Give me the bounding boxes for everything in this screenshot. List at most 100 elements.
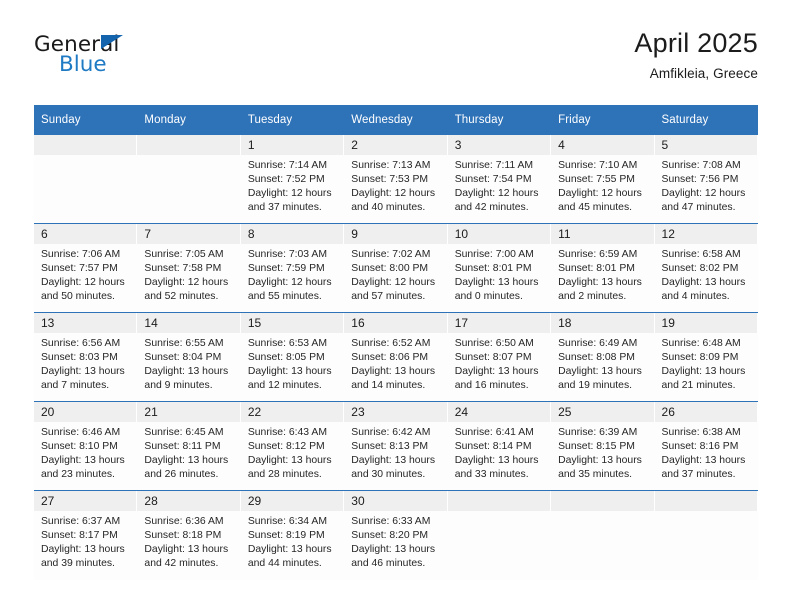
- sunrise-text: Sunrise: 6:46 AM: [41, 427, 121, 438]
- page-subtitle: Amfikleia, Greece: [649, 66, 758, 81]
- daylight-line1: Daylight: 13 hours: [41, 366, 125, 378]
- day-cell[interactable]: 15 Sunrise: 6:53 AM Sunset: 8:05 PM Dayl…: [240, 312, 345, 402]
- day-cell[interactable]: 26 Sunrise: 6:38 AM Sunset: 8:16 PM Dayl…: [654, 401, 758, 491]
- day-info: Sunrise: 6:50 AM Sunset: 8:07 PM Dayligh…: [448, 333, 551, 393]
- day-cell[interactable]: 9 Sunrise: 7:02 AM Sunset: 8:00 PM Dayli…: [344, 223, 448, 313]
- day-cell[interactable]: 4 Sunrise: 7:10 AM Sunset: 7:55 PM Dayli…: [551, 134, 655, 224]
- day-number: 15: [240, 313, 345, 333]
- day-cell[interactable]: 16 Sunrise: 6:52 AM Sunset: 8:06 PM Dayl…: [344, 312, 448, 402]
- day-cell[interactable]: 23 Sunrise: 6:42 AM Sunset: 8:13 PM Dayl…: [344, 401, 448, 491]
- daylight-line2: and 33 minutes.: [454, 469, 529, 481]
- sunset-text: Sunset: 8:16 PM: [661, 441, 739, 453]
- sunset-text: Sunset: 7:52 PM: [247, 174, 325, 186]
- sunrise-text: Sunrise: 7:10 AM: [558, 160, 638, 171]
- day-number: [137, 135, 241, 155]
- day-number: [34, 135, 138, 155]
- sunset-text: Sunset: 8:10 PM: [41, 441, 118, 453]
- day-number: 17: [447, 313, 552, 333]
- day-info: Sunrise: 6:37 AM Sunset: 8:17 PM Dayligh…: [34, 511, 137, 571]
- day-info: Sunrise: 6:34 AM Sunset: 8:19 PM Dayligh…: [241, 511, 344, 571]
- daylight-line2: and 50 minutes.: [41, 291, 115, 303]
- day-cell[interactable]: 19 Sunrise: 6:48 AM Sunset: 8:09 PM Dayl…: [654, 312, 758, 402]
- daylight-line2: and 2 minutes.: [558, 291, 627, 303]
- week-row: 27 Sunrise: 6:37 AM Sunset: 8:17 PM Dayl…: [34, 490, 758, 580]
- sunrise-text: Sunrise: 6:56 AM: [41, 338, 121, 349]
- daylight-line1: Daylight: 13 hours: [351, 455, 436, 467]
- sunrise-text: Sunrise: 7:00 AM: [454, 249, 534, 260]
- sunrise-text: Sunrise: 6:50 AM: [454, 338, 534, 349]
- day-number: [654, 491, 758, 511]
- day-cell[interactable]: [447, 490, 552, 580]
- day-cell[interactable]: 17 Sunrise: 6:50 AM Sunset: 8:07 PM Dayl…: [447, 312, 552, 402]
- day-cell[interactable]: 21 Sunrise: 6:45 AM Sunset: 8:11 PM Dayl…: [137, 401, 241, 491]
- daylight-line1: Daylight: 13 hours: [247, 544, 332, 556]
- day-number: [551, 491, 655, 511]
- sunrise-text: Sunrise: 6:37 AM: [41, 516, 121, 527]
- sunset-text: Sunset: 8:08 PM: [558, 352, 635, 364]
- day-info: Sunrise: 6:49 AM Sunset: 8:08 PM Dayligh…: [551, 333, 654, 393]
- day-cell[interactable]: 11 Sunrise: 6:59 AM Sunset: 8:01 PM Dayl…: [551, 223, 655, 313]
- day-cell[interactable]: 8 Sunrise: 7:03 AM Sunset: 7:59 PM Dayli…: [240, 223, 345, 313]
- day-cell[interactable]: 1 Sunrise: 7:14 AM Sunset: 7:52 PM Dayli…: [240, 134, 345, 224]
- day-cell[interactable]: 14 Sunrise: 6:55 AM Sunset: 8:04 PM Dayl…: [137, 312, 241, 402]
- day-info: Sunrise: 6:36 AM Sunset: 8:18 PM Dayligh…: [137, 511, 240, 571]
- sunset-text: Sunset: 7:56 PM: [661, 174, 739, 186]
- sunrise-text: Sunrise: 6:33 AM: [351, 516, 431, 527]
- weekday-header-thursday: Thursday: [447, 105, 552, 135]
- day-cell[interactable]: [654, 490, 758, 580]
- day-cell[interactable]: 29 Sunrise: 6:34 AM Sunset: 8:19 PM Dayl…: [240, 490, 345, 580]
- day-cell[interactable]: 24 Sunrise: 6:41 AM Sunset: 8:14 PM Dayl…: [447, 401, 552, 491]
- daylight-line1: Daylight: 12 hours: [454, 188, 539, 200]
- sunrise-text: Sunrise: 7:02 AM: [351, 249, 431, 260]
- sunset-text: Sunset: 8:03 PM: [41, 352, 118, 364]
- day-number: 23: [344, 402, 448, 422]
- weekday-header-monday: Monday: [137, 105, 241, 135]
- sunset-text: Sunset: 8:07 PM: [454, 352, 532, 364]
- day-number: 30: [344, 491, 448, 511]
- calendar-page: General Blue April 2025 Amfikleia, Greec…: [0, 0, 792, 612]
- day-info: Sunrise: 6:55 AM Sunset: 8:04 PM Dayligh…: [137, 333, 240, 393]
- day-number: 18: [551, 313, 655, 333]
- sunset-text: Sunset: 8:15 PM: [558, 441, 635, 453]
- generalblue-logo[interactable]: General Blue: [34, 32, 254, 88]
- weekday-header-saturday: Saturday: [654, 105, 758, 135]
- daylight-line2: and 37 minutes.: [247, 202, 322, 214]
- day-cell[interactable]: 7 Sunrise: 7:05 AM Sunset: 7:58 PM Dayli…: [137, 223, 241, 313]
- day-cell[interactable]: 22 Sunrise: 6:43 AM Sunset: 8:12 PM Dayl…: [240, 401, 345, 491]
- day-cell[interactable]: 6 Sunrise: 7:06 AM Sunset: 7:57 PM Dayli…: [34, 223, 138, 313]
- daylight-line1: Daylight: 13 hours: [661, 455, 746, 467]
- day-cell[interactable]: 28 Sunrise: 6:36 AM Sunset: 8:18 PM Dayl…: [137, 490, 241, 580]
- sunset-text: Sunset: 7:59 PM: [247, 263, 325, 275]
- sunrise-text: Sunrise: 6:52 AM: [351, 338, 431, 349]
- day-cell[interactable]: [34, 134, 138, 224]
- day-info: Sunrise: 6:45 AM Sunset: 8:11 PM Dayligh…: [137, 422, 240, 482]
- day-cell[interactable]: 2 Sunrise: 7:13 AM Sunset: 7:53 PM Dayli…: [344, 134, 448, 224]
- weekday-header-tuesday: Tuesday: [240, 105, 345, 135]
- day-cell[interactable]: 25 Sunrise: 6:39 AM Sunset: 8:15 PM Dayl…: [551, 401, 655, 491]
- day-number: 16: [344, 313, 448, 333]
- day-cell[interactable]: 5 Sunrise: 7:08 AM Sunset: 7:56 PM Dayli…: [654, 134, 758, 224]
- day-info: Sunrise: 7:14 AM Sunset: 7:52 PM Dayligh…: [241, 155, 344, 215]
- day-cell[interactable]: [137, 134, 241, 224]
- calendar-body: 1 Sunrise: 7:14 AM Sunset: 7:52 PM Dayli…: [34, 134, 758, 580]
- day-info: Sunrise: 7:11 AM Sunset: 7:54 PM Dayligh…: [448, 155, 551, 215]
- sunrise-text: Sunrise: 7:05 AM: [144, 249, 224, 260]
- day-cell[interactable]: 30 Sunrise: 6:33 AM Sunset: 8:20 PM Dayl…: [344, 490, 448, 580]
- day-cell[interactable]: 18 Sunrise: 6:49 AM Sunset: 8:08 PM Dayl…: [551, 312, 655, 402]
- daylight-line1: Daylight: 12 hours: [661, 188, 746, 200]
- sunset-text: Sunset: 8:04 PM: [144, 352, 222, 364]
- day-cell[interactable]: 13 Sunrise: 6:56 AM Sunset: 8:03 PM Dayl…: [34, 312, 138, 402]
- day-cell[interactable]: 3 Sunrise: 7:11 AM Sunset: 7:54 PM Dayli…: [447, 134, 552, 224]
- day-info: [551, 511, 654, 515]
- day-cell[interactable]: [551, 490, 655, 580]
- day-cell[interactable]: 20 Sunrise: 6:46 AM Sunset: 8:10 PM Dayl…: [34, 401, 138, 491]
- sunrise-text: Sunrise: 7:14 AM: [247, 160, 327, 171]
- day-cell[interactable]: 12 Sunrise: 6:58 AM Sunset: 8:02 PM Dayl…: [654, 223, 758, 313]
- sunset-text: Sunset: 7:55 PM: [558, 174, 635, 186]
- sunrise-text: Sunrise: 6:34 AM: [247, 516, 327, 527]
- sunset-text: Sunset: 8:01 PM: [454, 263, 532, 275]
- day-cell[interactable]: 10 Sunrise: 7:00 AM Sunset: 8:01 PM Dayl…: [447, 223, 552, 313]
- day-number: 28: [137, 491, 241, 511]
- daylight-line2: and 35 minutes.: [558, 469, 633, 481]
- day-cell[interactable]: 27 Sunrise: 6:37 AM Sunset: 8:17 PM Dayl…: [34, 490, 138, 580]
